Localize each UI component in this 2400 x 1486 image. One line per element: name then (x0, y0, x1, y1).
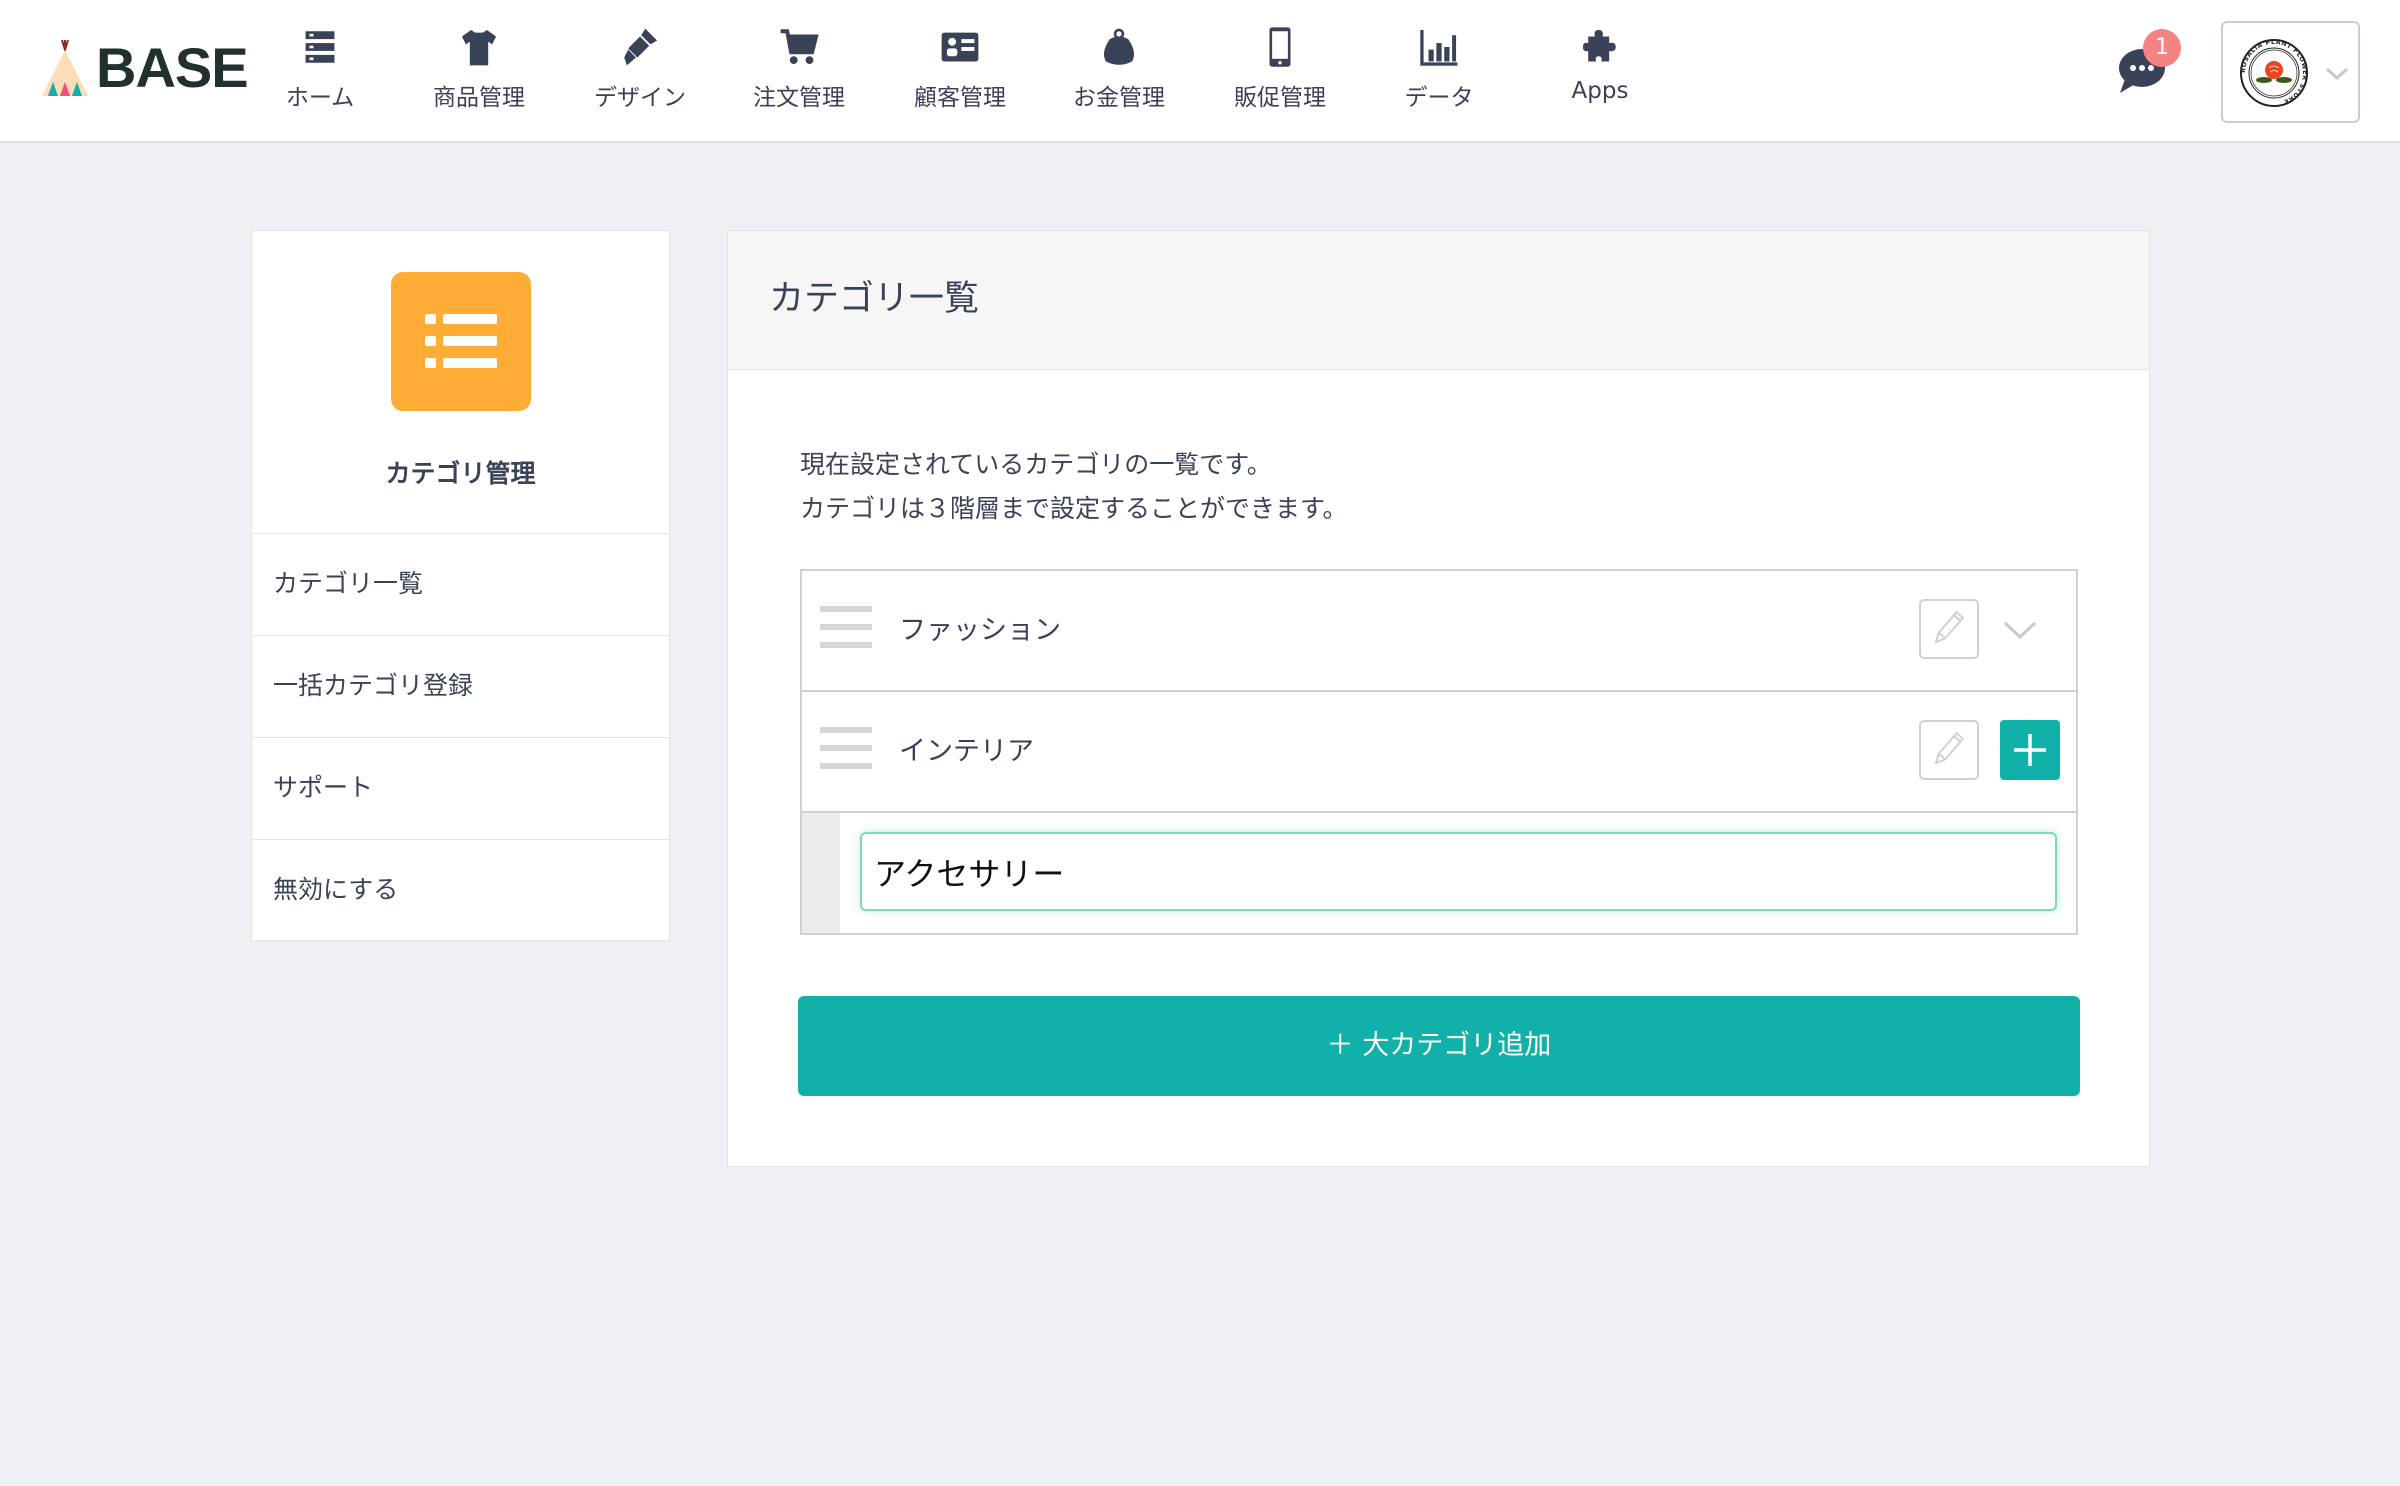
nav-label: 商品管理 (433, 85, 525, 111)
shop-logo-avatar: ROSALIA PLANT FLOWER STORE (2240, 39, 2308, 107)
brush-icon (624, 28, 658, 66)
subcategory-name-input[interactable] (860, 832, 2057, 911)
category-row: インテリア (802, 692, 2076, 813)
category-label: ファッション (899, 615, 1061, 646)
description-line: 現在設定されているカテゴリの一覧です。 (800, 450, 1272, 479)
nav-orders[interactable]: 注文管理 (724, 26, 874, 112)
add-subcategory-button[interactable] (2000, 720, 2060, 780)
list-icon (425, 314, 497, 368)
smartphone-icon (1269, 27, 1291, 67)
top-header: BASE ホーム 商品管理 デザイン 注文管理 顧客管理 お金管理 販促管理 デ… (0, 0, 2400, 143)
nav-apps[interactable]: Apps (1525, 26, 1675, 104)
nav-label: 顧客管理 (914, 85, 1006, 111)
sidebar: カテゴリ管理 カテゴリ一覧 一括カテゴリ登録 サポート 無効にする (251, 230, 670, 941)
drag-handle-icon[interactable] (820, 606, 872, 648)
notification-badge: 1 (2143, 29, 2181, 67)
nav-customers[interactable]: 顧客管理 (885, 26, 1035, 112)
puzzle-icon (1582, 29, 1616, 62)
category-list: ファッション インテリア (800, 569, 2078, 935)
description: 現在設定されているカテゴリの一覧です。 カテゴリは３階層まで設定することができま… (800, 443, 1348, 531)
nav-label: Apps (1571, 78, 1629, 104)
nav-label: 注文管理 (753, 85, 845, 111)
account-menu-button[interactable]: ROSALIA PLANT FLOWER STORE (2221, 21, 2360, 123)
sidebar-header: カテゴリ管理 (252, 231, 669, 534)
tshirt-icon (461, 29, 497, 66)
chevron-down-icon (2003, 621, 2037, 640)
plus-icon (2014, 734, 2046, 766)
nav-design[interactable]: デザイン (565, 26, 715, 112)
category-app-icon (391, 272, 531, 411)
category-row: ファッション (802, 571, 2076, 692)
nav-home[interactable]: ホーム (245, 26, 395, 112)
description-line: カテゴリは３階層まで設定することができます。 (800, 494, 1348, 523)
bar-chart-icon (1420, 29, 1458, 66)
pencil-icon (1934, 731, 1965, 765)
pencil-icon (1934, 610, 1965, 644)
nav-label: データ (1404, 85, 1474, 111)
category-label: インテリア (899, 736, 1034, 767)
drag-handle-icon[interactable] (820, 727, 872, 769)
sidebar-item-support[interactable]: サポート (252, 738, 669, 840)
nav-data[interactable]: データ (1364, 26, 1514, 112)
nav-promotion[interactable]: 販促管理 (1205, 26, 1355, 112)
edit-button[interactable] (1919, 720, 1979, 780)
chevron-down-icon (2325, 67, 2349, 81)
tipi-logo-icon (42, 40, 88, 96)
purse-icon (1103, 28, 1135, 65)
indent-bar (802, 813, 840, 933)
id-card-icon (941, 32, 979, 62)
sidebar-item-disable[interactable]: 無効にする (252, 840, 669, 942)
sidebar-item-category-list[interactable]: カテゴリ一覧 (252, 534, 669, 636)
cart-icon (780, 29, 819, 65)
nav-label: デザイン (594, 85, 686, 111)
sidebar-title: カテゴリ管理 (385, 459, 536, 488)
base-logo[interactable]: BASE (40, 36, 249, 99)
sidebar-item-bulk-register[interactable]: 一括カテゴリ登録 (252, 636, 669, 738)
home-list-icon (305, 31, 335, 63)
nav-label: 販促管理 (1234, 85, 1326, 111)
logo-text: BASE (96, 36, 249, 99)
main-panel: カテゴリ一覧 現在設定されているカテゴリの一覧です。 カテゴリは３階層まで設定す… (727, 230, 2150, 1167)
subcategory-input-row (802, 813, 2076, 933)
nav-products[interactable]: 商品管理 (404, 26, 554, 112)
nav-money[interactable]: お金管理 (1044, 26, 1194, 112)
edit-button[interactable] (1919, 599, 1979, 659)
page-title: カテゴリ一覧 (728, 231, 2149, 370)
add-top-category-button[interactable]: ＋ 大カテゴリ追加 (798, 996, 2080, 1096)
nav-label: お金管理 (1073, 85, 1165, 111)
nav-label: ホーム (285, 85, 355, 111)
expand-button[interactable] (1995, 607, 2045, 653)
